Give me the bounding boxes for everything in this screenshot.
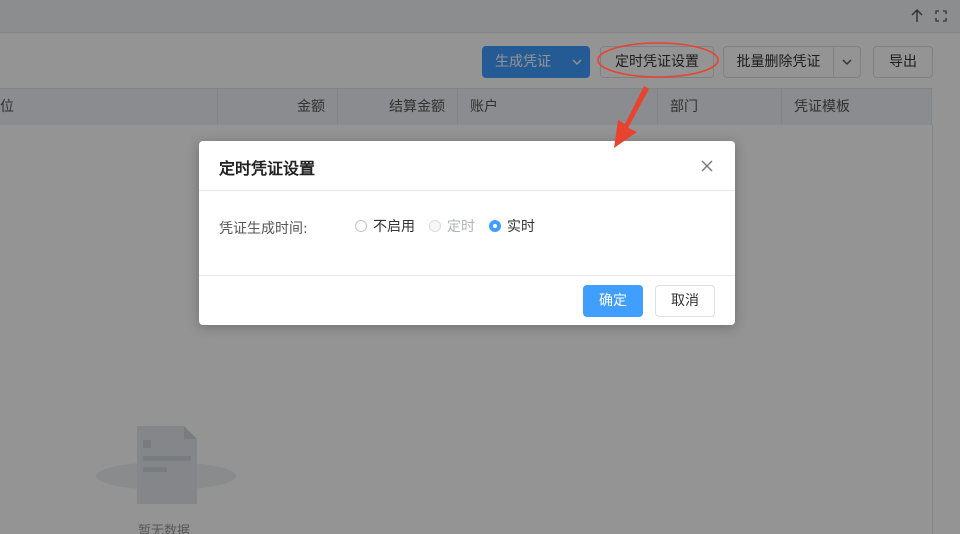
radio-circle[interactable] xyxy=(355,220,367,232)
page: 生成凭证 定时凭证设置 批量删除凭证 导出 位 金额 结算金额 账户 部门 凭证… xyxy=(0,0,960,534)
annotation-arrow-icon xyxy=(614,86,649,148)
radio-circle[interactable] xyxy=(489,220,501,232)
close-icon[interactable] xyxy=(697,156,717,176)
confirm-button[interactable]: 确定 xyxy=(583,285,643,317)
annotation-ellipse xyxy=(597,42,719,78)
cancel-button[interactable]: 取消 xyxy=(655,285,715,317)
radio-label: 不启用 xyxy=(373,219,415,235)
dialog-title: 定时凭证设置 xyxy=(219,159,316,178)
voucher-generation-time-label: 凭证生成时间: xyxy=(219,221,308,237)
radio-label: 定时 xyxy=(447,219,475,235)
radio-label: 实时 xyxy=(507,219,535,235)
radio-circle[interactable] xyxy=(429,220,441,232)
divider xyxy=(199,275,735,276)
divider xyxy=(199,190,735,191)
scheduled-voucher-dialog: 定时凭证设置 凭证生成时间: 不启用 定时 实时 确定 取消 xyxy=(199,141,735,325)
